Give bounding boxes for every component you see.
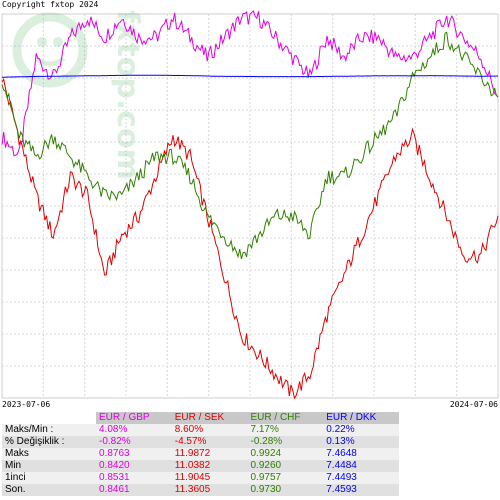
cell-eur-dkk: 7.4484 [323, 460, 399, 472]
x-start-date-label: 2023-07-06 [2, 400, 51, 409]
cell-eur-sek: 11.0382 [171, 460, 248, 472]
stats-row-change: % Değişiklik : -0.82% -4.57% -0.28% 0.13… [2, 436, 399, 448]
row-label: Min [2, 460, 96, 472]
header-empty-cell [2, 412, 96, 424]
cell-eur-gbp: 0.8531 [96, 472, 172, 484]
row-label: % Değişiklik : [2, 436, 96, 448]
stats-row-first: 1inci 0.8531 11.9045 0.9757 7.4493 [2, 472, 399, 484]
cell-eur-dkk: 7.4648 [323, 448, 399, 460]
cell-eur-gbp: 0.8763 [96, 448, 172, 460]
cell-eur-sek: -4.57% [171, 436, 248, 448]
cell-eur-sek: 8.60% [171, 424, 248, 436]
cell-eur-dkk: 7.4593 [323, 484, 399, 496]
cell-eur-chf: -0.28% [247, 436, 324, 448]
cell-eur-dkk: 7.4493 [323, 472, 399, 484]
cell-eur-dkk: 0.22% [323, 424, 399, 436]
cell-eur-gbp: 0.8420 [96, 460, 172, 472]
cell-eur-sek: 11.9045 [171, 472, 248, 484]
watermark-logo-eye [53, 37, 63, 47]
cell-eur-chf: 0.9924 [247, 448, 324, 460]
stats-row-min: Min 0.8420 11.0382 0.9260 7.4484 [2, 460, 399, 472]
stats-table: EUR / GBP EUR / SEK EUR / CHF EUR / DKK … [2, 412, 399, 496]
watermark-logo-circle [12, 12, 88, 88]
cell-eur-dkk: 0.13% [323, 436, 399, 448]
cell-eur-chf: 7.17% [247, 424, 324, 436]
row-label: Maks [2, 448, 96, 460]
stats-row-maxmin: Maks/Min : 4.08% 8.60% 7.17% 0.22% [2, 424, 399, 436]
header-eur-chf: EUR / CHF [247, 412, 324, 424]
stats-row-max: Maks 0.8763 11.9872 0.9924 7.4648 [2, 448, 399, 460]
cell-eur-gbp: -0.82% [96, 436, 172, 448]
watermark: fxtop.com [12, 10, 145, 180]
cell-eur-sek: 11.9872 [171, 448, 248, 460]
cell-eur-chf: 0.9260 [247, 460, 324, 472]
cell-eur-gbp: 0.8461 [96, 484, 172, 496]
cell-eur-sek: 11.3605 [171, 484, 248, 496]
row-label: Maks/Min : [2, 424, 96, 436]
cell-eur-chf: 0.9757 [247, 472, 324, 484]
watermark-logo-eye [37, 37, 47, 47]
row-label: Son. [2, 484, 96, 496]
stats-header-row: EUR / GBP EUR / SEK EUR / CHF EUR / DKK [2, 412, 399, 424]
row-label: 1inci [2, 472, 96, 484]
cell-eur-chf: 0.9730 [247, 484, 324, 496]
header-eur-dkk: EUR / DKK [323, 412, 399, 424]
copyright-text: Copyright fxtop 2024 [2, 0, 99, 9]
header-eur-gbp: EUR / GBP [96, 412, 172, 424]
stats-row-last: Son. 0.8461 11.3605 0.9730 7.4593 [2, 484, 399, 496]
header-eur-sek: EUR / SEK [171, 412, 248, 424]
x-end-date-label: 2024-07-06 [449, 400, 498, 409]
cell-eur-gbp: 4.08% [96, 424, 172, 436]
